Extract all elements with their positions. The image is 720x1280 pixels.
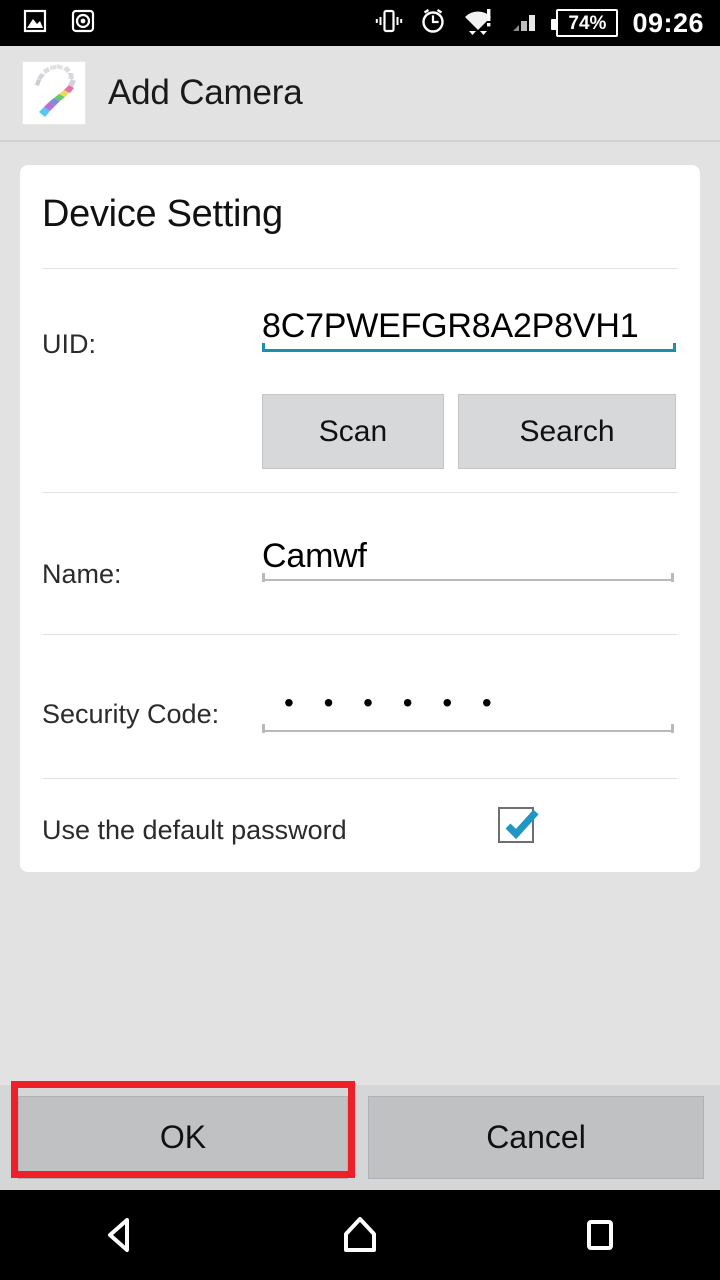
battery-percent: 74% (568, 12, 607, 34)
cancel-button-label: Cancel (486, 1119, 586, 1155)
divider (42, 778, 678, 779)
security-code-input[interactable]: • • • • • • (262, 683, 674, 733)
status-bar: 74% 09:26 (0, 0, 720, 46)
card-heading: Device Setting (42, 193, 283, 235)
back-icon[interactable] (60, 1190, 180, 1280)
scan-button[interactable]: Scan (262, 394, 444, 469)
security-code-masked-value: • • • • • • (284, 687, 503, 718)
name-label: Name: (42, 559, 122, 589)
uid-action-buttons: Scan Search (20, 394, 700, 474)
signal-icon (510, 7, 542, 40)
wifi-alert-icon (462, 6, 496, 41)
recents-icon[interactable] (540, 1190, 660, 1280)
image-icon (22, 8, 48, 39)
app-title-bar: Add Camera (0, 46, 720, 142)
disc-icon (70, 8, 96, 39)
default-password-checkbox[interactable] (498, 807, 539, 843)
security-code-underline (262, 724, 674, 733)
divider (42, 268, 678, 269)
page-title: Add Camera (108, 73, 303, 112)
search-button-label: Search (519, 414, 615, 448)
app-logo-icon (22, 61, 86, 125)
alarm-icon (418, 6, 448, 41)
vibrate-icon (374, 6, 404, 41)
security-code-row: Security Code: • • • • • • (20, 681, 700, 733)
ok-button[interactable]: OK (18, 1096, 348, 1179)
status-bar-notifications (0, 8, 96, 39)
uid-input[interactable]: 8C7PWEFGR8A2P8VH1 (262, 307, 676, 352)
phone-screen: 74% 09:26 Add Camera Device Setting UID:… (0, 0, 720, 1280)
status-bar-system-icons: 74% 09:26 (374, 6, 720, 41)
device-setting-card: Device Setting UID: 8C7PWEFGR8A2P8VH1 Sc… (20, 165, 700, 872)
default-password-label: Use the default password (42, 815, 347, 845)
android-navigation-bar (0, 1190, 720, 1280)
dialog-action-bar: OK Cancel (0, 1085, 720, 1190)
divider (42, 634, 678, 635)
name-value: Camwf (262, 537, 367, 575)
search-button[interactable]: Search (458, 394, 676, 469)
uid-row: UID: 8C7PWEFGR8A2P8VH1 (20, 307, 700, 360)
security-code-label: Security Code: (42, 699, 220, 729)
name-input[interactable]: Camwf (262, 537, 674, 582)
divider (42, 492, 678, 493)
name-underline (262, 573, 674, 582)
uid-value: 8C7PWEFGR8A2P8VH1 (262, 307, 639, 345)
battery-icon: 74% (551, 9, 619, 37)
name-row: Name: Camwf (20, 537, 700, 590)
default-password-row[interactable]: Use the default password (20, 807, 700, 846)
home-icon[interactable] (300, 1190, 420, 1280)
scan-button-label: Scan (318, 414, 388, 448)
uid-label: UID: (42, 329, 96, 359)
uid-underline-focused (262, 343, 676, 352)
cancel-button[interactable]: Cancel (368, 1096, 704, 1179)
checkmark-icon (505, 809, 539, 840)
status-bar-clock: 09:26 (632, 7, 704, 38)
ok-button-label: OK (159, 1119, 207, 1155)
